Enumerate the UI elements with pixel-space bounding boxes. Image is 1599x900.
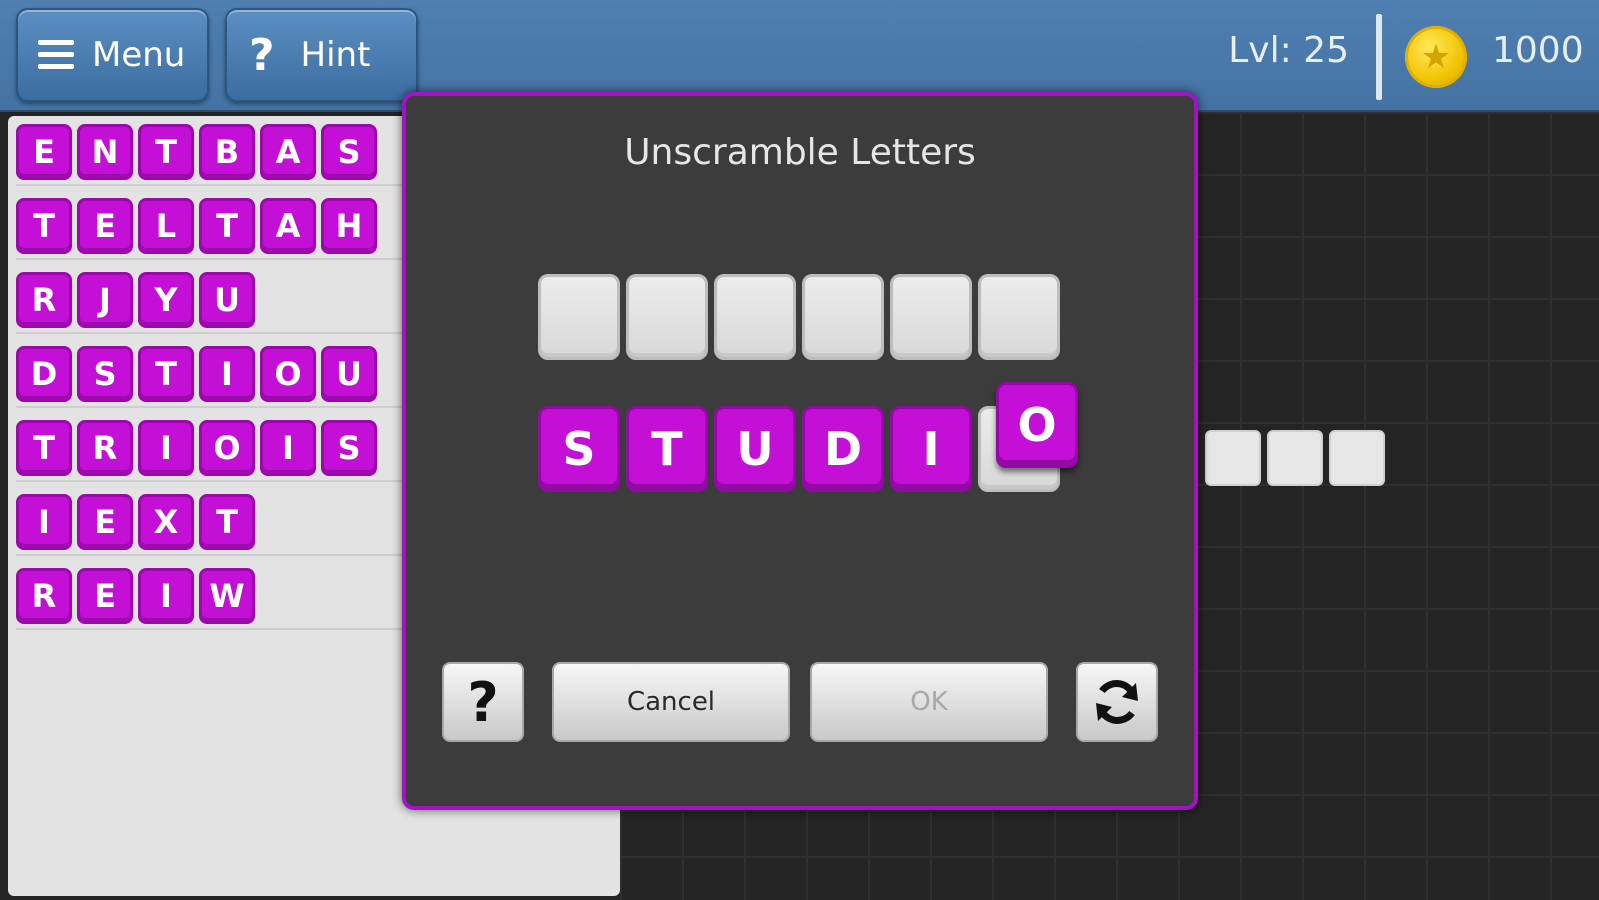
coin-count: 1000 [1492,30,1584,71]
level-indicator: Lvl: 25 [1228,30,1349,71]
letter-tile[interactable]: L [138,198,194,254]
letter-tile[interactable]: T [16,420,72,476]
letter-tile-1[interactable]: S [538,406,620,492]
menu-button[interactable]: Menu [16,8,209,102]
letter-tile[interactable]: T [16,198,72,254]
letter-tile[interactable]: S [321,420,377,476]
letter-tile[interactable]: A [260,124,316,180]
answer-slot-3[interactable] [714,274,796,360]
letter-tile[interactable]: R [77,420,133,476]
refresh-icon [1096,680,1138,724]
answer-slot-6[interactable] [978,274,1060,360]
letter-tile[interactable]: T [138,346,194,402]
grid-cell[interactable] [1205,430,1261,486]
letter-tile[interactable]: U [199,272,255,328]
letter-tile[interactable]: I [138,420,194,476]
question-icon: ? [249,29,275,81]
letter-tile[interactable]: E [77,198,133,254]
hint-label: Hint [300,35,371,75]
letter-tile[interactable]: T [199,494,255,550]
letter-tile[interactable]: W [199,568,255,624]
help-button[interactable]: ? [442,662,524,742]
letter-tile[interactable]: T [138,124,194,180]
menu-label: Menu [92,35,186,75]
dialog-title: Unscramble Letters [624,132,976,173]
hint-button[interactable]: ? Hint [225,8,418,102]
star-coin-icon: ★ [1405,26,1467,88]
letter-tile[interactable]: I [199,346,255,402]
answer-slot-4[interactable] [802,274,884,360]
letter-tile[interactable]: D [16,346,72,402]
letter-tile-6[interactable]: O [996,382,1078,468]
letter-tile[interactable]: O [260,346,316,402]
question-icon: ? [467,670,499,734]
letter-tile[interactable]: O [199,420,255,476]
letter-tile[interactable]: Y [138,272,194,328]
letter-tile[interactable]: J [77,272,133,328]
letter-tile-3[interactable]: U [714,406,796,492]
letter-tile[interactable]: N [77,124,133,180]
answer-slot-5[interactable] [890,274,972,360]
letter-tile[interactable]: H [321,198,377,254]
grid-cell[interactable] [1267,430,1323,486]
hamburger-icon [38,38,74,72]
letter-tile[interactable]: E [16,124,72,180]
letter-tile[interactable]: I [16,494,72,550]
topbar-divider [1376,14,1382,100]
letter-tile-2[interactable]: T [626,406,708,492]
letter-tile[interactable]: E [77,494,133,550]
letter-tile[interactable]: T [199,198,255,254]
letter-tile-4[interactable]: D [802,406,884,492]
refresh-button[interactable] [1076,662,1158,742]
letter-tile[interactable]: A [260,198,316,254]
grid-cell[interactable] [1329,430,1385,486]
letter-tile[interactable]: I [260,420,316,476]
letter-tile[interactable]: X [138,494,194,550]
letter-tile[interactable]: R [16,272,72,328]
letter-tile[interactable]: B [199,124,255,180]
answer-slot-1[interactable] [538,274,620,360]
cancel-button[interactable]: Cancel [552,662,790,742]
letter-tile[interactable]: S [321,124,377,180]
letter-tile-5[interactable]: I [890,406,972,492]
letter-tile[interactable]: U [321,346,377,402]
letter-tile[interactable]: R [16,568,72,624]
ok-button[interactable]: OK [810,662,1048,742]
letter-tile[interactable]: E [77,568,133,624]
letter-tile[interactable]: I [138,568,194,624]
answer-slot-2[interactable] [626,274,708,360]
unscramble-dialog: Unscramble Letters S T U D I O ? Cancel … [402,92,1198,810]
letter-tile[interactable]: S [77,346,133,402]
